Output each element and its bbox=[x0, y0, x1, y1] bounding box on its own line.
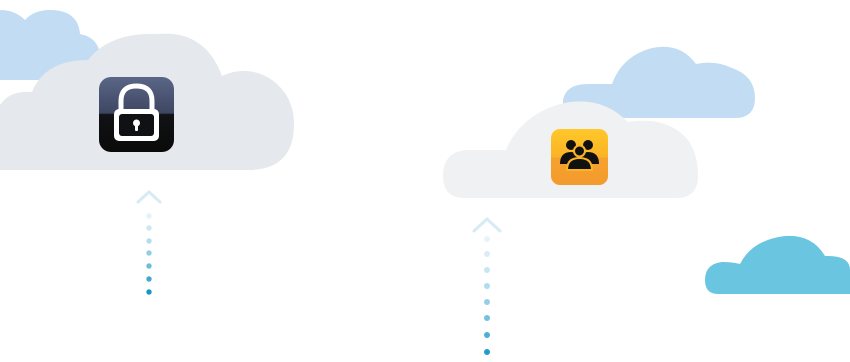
dot bbox=[146, 289, 152, 295]
dot bbox=[484, 332, 490, 338]
dot bbox=[146, 213, 152, 219]
dot bbox=[146, 263, 152, 269]
dot bbox=[484, 267, 490, 273]
group-app-icon[interactable] bbox=[551, 129, 608, 185]
upload-arrow-left bbox=[136, 190, 162, 295]
dot bbox=[146, 238, 152, 244]
upload-arrow-right bbox=[472, 217, 502, 355]
dot bbox=[484, 283, 490, 289]
dot bbox=[484, 299, 490, 305]
dot bbox=[484, 251, 490, 257]
dot bbox=[484, 315, 490, 321]
dot bbox=[146, 225, 152, 231]
dot bbox=[146, 276, 152, 282]
dot bbox=[484, 349, 490, 355]
dot bbox=[146, 250, 152, 256]
chevron-up-icon bbox=[136, 190, 162, 204]
cloud-cyan-right bbox=[705, 235, 850, 294]
dot bbox=[484, 236, 490, 242]
cloud-scene bbox=[0, 10, 850, 355]
chevron-up-icon bbox=[472, 217, 502, 233]
lock-app-icon[interactable] bbox=[99, 77, 174, 152]
